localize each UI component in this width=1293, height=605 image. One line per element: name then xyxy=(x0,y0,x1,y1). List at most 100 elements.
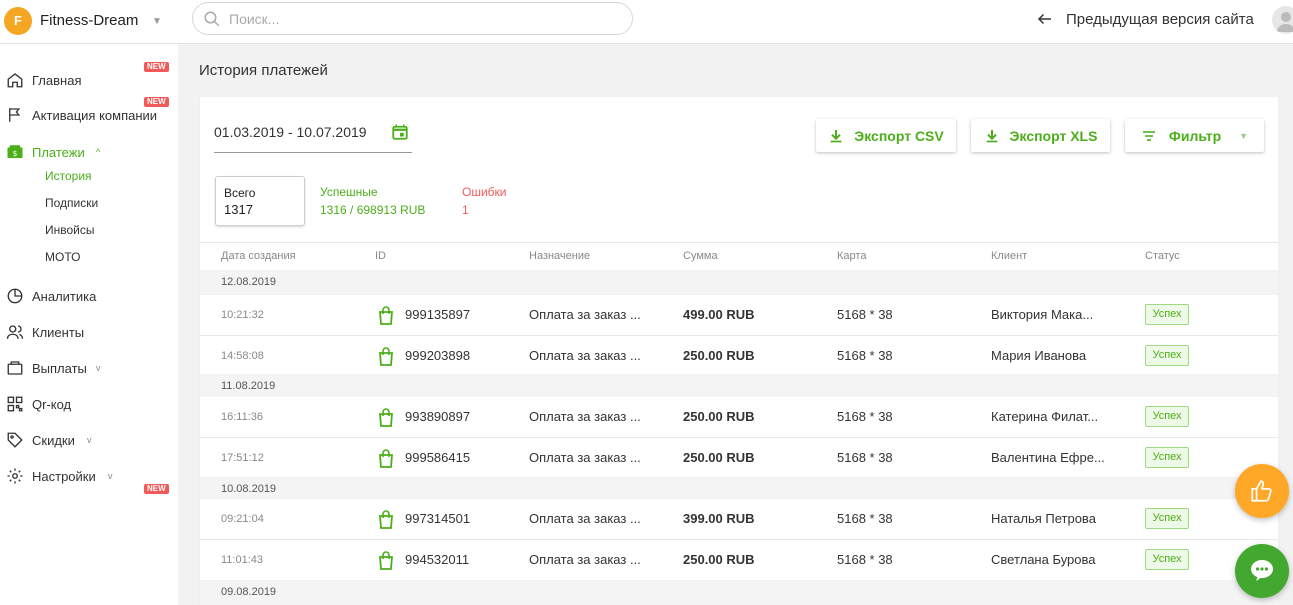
sidebar-subitem-invoices[interactable]: Инвойсы xyxy=(45,223,95,237)
cell-id: 999135897 xyxy=(405,307,471,322)
column-header[interactable]: Сумма xyxy=(683,250,718,262)
search-icon xyxy=(204,11,220,27)
cell-card: 5168 * 38 xyxy=(837,409,893,424)
table-row[interactable]: 10:21:32 999135897 Оплата за заказ ... 4… xyxy=(200,295,1278,336)
sidebar-item-home[interactable]: Главная NEW xyxy=(0,62,178,92)
group-date: 10.08.2019 xyxy=(221,483,277,495)
sidebar-item-payouts[interactable]: Выплаты v xyxy=(0,356,178,380)
cell-purpose: Оплата за заказ ... xyxy=(529,450,641,465)
cell-id: 999203898 xyxy=(405,348,471,363)
cell-id: 994532011 xyxy=(405,552,470,567)
cell-purpose: Оплата за заказ ... xyxy=(529,552,641,567)
shopping-bag-icon xyxy=(379,510,393,529)
errors-stat[interactable]: Ошибки 1 xyxy=(462,185,507,217)
wallet-icon xyxy=(7,361,23,375)
previous-version-link[interactable]: Предыдущая версия сайта xyxy=(1036,9,1254,29)
like-feedback-button[interactable] xyxy=(1235,464,1289,518)
table-header: Дата создания ID Назначение Сумма Карта … xyxy=(200,242,1278,270)
date-range-value: 01.03.2019 - 10.07.2019 xyxy=(214,124,367,140)
cell-id: 997314501 xyxy=(405,511,471,526)
column-header[interactable]: Клиент xyxy=(991,250,1027,262)
sidebar-item-discounts[interactable]: Скидки v xyxy=(0,428,178,452)
export-xls-button[interactable]: Экспорт XLS xyxy=(971,119,1110,152)
column-header[interactable]: Статус xyxy=(1145,250,1180,262)
table-row[interactable]: 17:51:12 999586415 Оплата за заказ ... 2… xyxy=(200,438,1278,479)
sidebar-item-clients[interactable]: Клиенты xyxy=(0,320,178,344)
sidebar-item-payments[interactable]: $ Платежи ^ xyxy=(0,140,178,164)
cell-sum: 499.00 RUB xyxy=(683,307,755,322)
sidebar-subitem-moto[interactable]: МОТО xyxy=(45,250,80,264)
total-value: 1317 xyxy=(224,202,253,217)
payments-card: 01.03.2019 - 10.07.2019 Экспорт CSV Эксп… xyxy=(200,97,1278,605)
success-stat[interactable]: Успешные 1316 / 698913 RUB xyxy=(320,185,425,217)
column-header[interactable]: Дата создания xyxy=(221,250,296,262)
gear-icon xyxy=(7,468,23,484)
cell-sum: 250.00 RUB xyxy=(683,348,755,363)
shopping-bag-icon xyxy=(379,449,393,468)
qr-code-icon xyxy=(7,396,23,412)
shopping-bag-icon xyxy=(379,408,393,427)
previous-version-label: Предыдущая версия сайта xyxy=(1066,10,1254,28)
cell-time: 16:11:36 xyxy=(221,411,264,423)
cell-card: 5168 * 38 xyxy=(837,552,893,567)
sidebar-item-analytics[interactable]: Аналитика xyxy=(0,284,178,308)
top-header: F Fitness-Dream ▼ Предыдущая версия сайт… xyxy=(0,0,1293,44)
status-badge: Успех xyxy=(1145,508,1189,529)
date-group-header: 09.08.2019 xyxy=(200,580,1278,605)
column-header[interactable]: ID xyxy=(375,250,386,262)
total-stat-box[interactable]: Всего 1317 xyxy=(215,176,305,226)
date-group-header: 12.08.2019 xyxy=(200,270,1278,295)
brand-name[interactable]: Fitness-Dream xyxy=(40,12,138,29)
download-icon xyxy=(986,129,997,142)
export-csv-button[interactable]: Экспорт CSV xyxy=(816,119,956,152)
table-row[interactable]: 16:11:36 993890897 Оплата за заказ ... 2… xyxy=(200,397,1278,438)
cell-client: Валентина Ефре... xyxy=(991,450,1105,465)
filter-button[interactable]: Фильтр ▼ xyxy=(1125,119,1264,152)
svg-text:$: $ xyxy=(13,149,18,158)
cell-sum: 250.00 RUB xyxy=(683,409,755,424)
sidebar-subitem-subscriptions[interactable]: Подписки xyxy=(45,196,98,210)
cell-sum: 399.00 RUB xyxy=(683,511,755,526)
chat-icon xyxy=(1251,560,1273,581)
cell-time: 11:01:43 xyxy=(221,554,264,566)
chevron-down-icon: v xyxy=(87,435,92,445)
home-icon xyxy=(7,73,23,88)
sidebar-subitem-history[interactable]: История xyxy=(45,169,92,183)
column-header[interactable]: Назначение xyxy=(529,250,590,262)
status-badge: Успех xyxy=(1145,406,1189,427)
search-input[interactable] xyxy=(229,9,619,29)
group-date: 12.08.2019 xyxy=(221,276,277,288)
sidebar-item-company-activation[interactable]: Активация компании NEW xyxy=(0,97,178,127)
cell-sum: 250.00 RUB xyxy=(683,552,755,567)
arrow-left-icon xyxy=(1037,13,1051,25)
status-badge: Успех xyxy=(1145,304,1189,325)
sidebar-item-settings[interactable]: Настройки v NEW xyxy=(0,464,178,494)
calendar-icon[interactable] xyxy=(391,123,409,141)
table-row[interactable]: 09:21:04 997314501 Оплата за заказ ... 3… xyxy=(200,499,1278,540)
column-header[interactable]: Карта xyxy=(837,250,866,262)
table-row[interactable]: 11:01:43 994532011 Оплата за заказ ... 2… xyxy=(200,540,1278,581)
sidebar-item-label: Активация компании xyxy=(32,107,158,123)
brand-logo[interactable]: F xyxy=(4,7,32,35)
cell-client: Наталья Петрова xyxy=(991,511,1096,526)
export-xls-label: Экспорт XLS xyxy=(1009,127,1098,144)
cell-purpose: Оплата за заказ ... xyxy=(529,348,641,363)
shopping-bag-icon xyxy=(379,347,393,366)
sidebar-item-label: Платежи xyxy=(32,144,85,160)
new-badge: NEW xyxy=(144,62,169,72)
cell-time: 10:21:32 xyxy=(221,309,264,321)
sidebar-item-qr-code[interactable]: Qr-код xyxy=(0,392,178,416)
group-date: 11.08.2019 xyxy=(221,380,276,392)
table-row[interactable]: 14:58:08 999203898 Оплата за заказ ... 2… xyxy=(200,336,1278,377)
chat-button[interactable] xyxy=(1235,544,1289,598)
errors-label: Ошибки xyxy=(462,185,507,199)
date-range-picker[interactable]: 01.03.2019 - 10.07.2019 xyxy=(214,119,412,153)
cell-time: 17:51:12 xyxy=(221,452,264,464)
avatar[interactable] xyxy=(1272,6,1293,34)
cell-id: 993890897 xyxy=(405,409,471,424)
chevron-down-icon[interactable]: ▼ xyxy=(152,16,162,27)
export-csv-label: Экспорт CSV xyxy=(854,127,944,144)
cell-purpose: Оплата за заказ ... xyxy=(529,511,641,526)
page-title: История платежей xyxy=(199,62,328,79)
date-group-header: 11.08.2019 xyxy=(200,374,1278,399)
